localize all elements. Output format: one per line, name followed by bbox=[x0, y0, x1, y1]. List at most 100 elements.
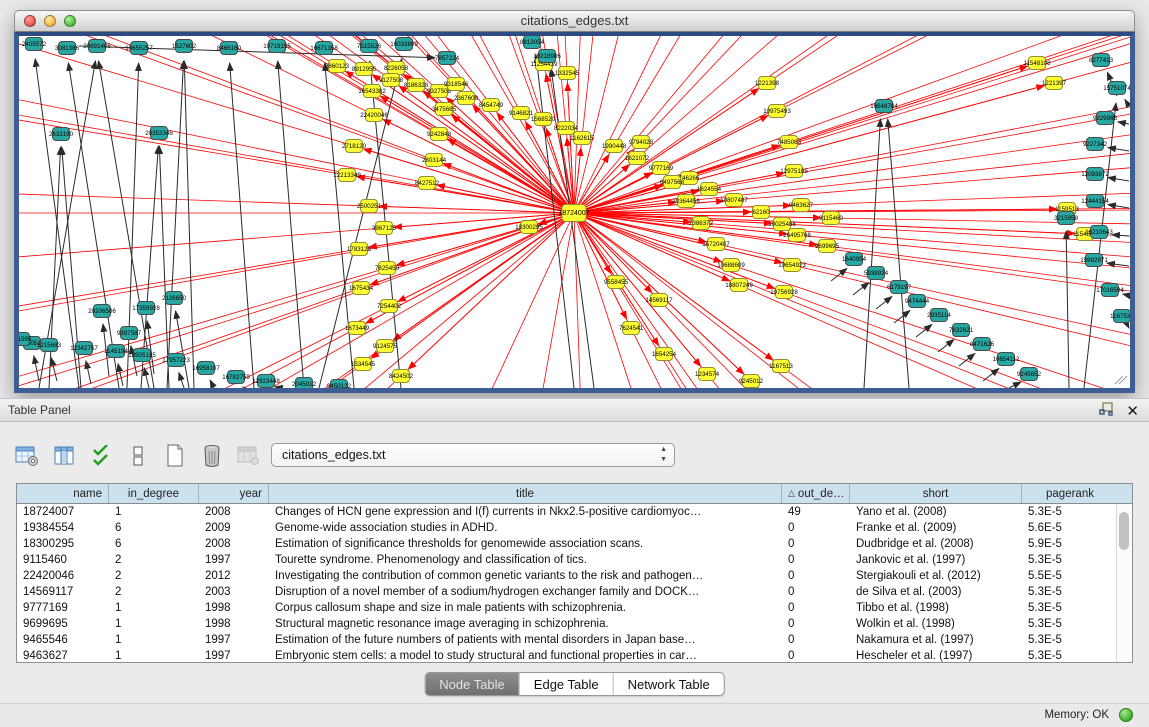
citation-edge-black[interactable] bbox=[167, 61, 184, 388]
table-cell[interactable]: 0 bbox=[782, 570, 850, 582]
table-cell[interactable]: Tourette syndrome. Phenomenology and cla… bbox=[269, 554, 782, 566]
table-cell[interactable]: 19384554 bbox=[17, 522, 109, 534]
table-cell[interactable]: Disruption of a novel member of a sodium… bbox=[269, 586, 782, 598]
table-cell[interactable]: 1997 bbox=[199, 554, 269, 566]
citation-edge-black[interactable] bbox=[1118, 122, 1129, 124]
table-cell[interactable]: Wolkin et al. (1998) bbox=[850, 618, 1022, 630]
table-cell[interactable]: 9777169 bbox=[17, 602, 109, 614]
citation-edge-black[interactable] bbox=[1108, 204, 1129, 208]
table-cell[interactable]: 0 bbox=[782, 618, 850, 630]
citation-edge-black[interactable] bbox=[1125, 100, 1129, 106]
table-cell[interactable]: Tibbo et al. (1998) bbox=[850, 602, 1022, 614]
memory-status-icon[interactable] bbox=[1119, 708, 1133, 722]
column-header-short[interactable]: short bbox=[850, 484, 1022, 503]
citation-edge-black[interactable] bbox=[1009, 382, 1021, 388]
table-cell[interactable]: 0 bbox=[782, 650, 850, 662]
table-cell[interactable]: 9699695 bbox=[17, 618, 109, 630]
citation-edge-black[interactable] bbox=[1108, 177, 1129, 181]
table-cell[interactable]: 5.3E-5 bbox=[1022, 634, 1118, 646]
table-cell[interactable]: 5.9E-5 bbox=[1022, 538, 1118, 550]
citation-edge-black[interactable] bbox=[118, 364, 123, 386]
citation-edge-black[interactable] bbox=[983, 369, 999, 381]
table-cell[interactable]: 1997 bbox=[199, 634, 269, 646]
citation-edge-black[interactable] bbox=[888, 119, 909, 388]
table-header-row[interactable]: namein_degreeyeartitle△out_de…shortpager… bbox=[17, 484, 1132, 504]
table-row[interactable]: 969969511998Structural magnetic resonanc… bbox=[17, 616, 1132, 632]
column-header-pagerank[interactable]: pagerank bbox=[1022, 484, 1118, 503]
table-cell[interactable]: 1 bbox=[109, 650, 199, 662]
select-rows-icon[interactable] bbox=[88, 443, 114, 469]
citation-edge-black[interactable] bbox=[853, 283, 869, 295]
table-row[interactable]: 1456911722003Disruption of a novel membe… bbox=[17, 584, 1132, 600]
column-header-indegree[interactable]: in_degree bbox=[109, 484, 199, 503]
table-cell[interactable]: 5.3E-5 bbox=[1022, 586, 1118, 598]
table-cell[interactable]: Changes of HCN gene expression and I(f) … bbox=[269, 506, 782, 518]
table-row[interactable]: 1938455462009Genome-wide association stu… bbox=[17, 520, 1132, 536]
citation-edge-black[interactable] bbox=[275, 387, 281, 388]
table-cell[interactable]: 5.3E-5 bbox=[1022, 618, 1118, 630]
table-cell[interactable]: Investigating the contribution of common… bbox=[269, 570, 782, 582]
citation-edge-red[interactable] bbox=[574, 213, 701, 366]
table-settings-icon[interactable] bbox=[14, 443, 40, 469]
citation-edge-black[interactable] bbox=[876, 297, 892, 309]
citation-edge-black[interactable] bbox=[144, 368, 149, 388]
table-row[interactable]: 946362711997Embryonic stem cells: a mode… bbox=[17, 648, 1132, 663]
tab-edge-table[interactable]: Edge Table bbox=[520, 673, 614, 695]
table-cell[interactable]: 6 bbox=[109, 522, 199, 534]
table-cell[interactable]: 1 bbox=[109, 506, 199, 518]
citation-edge-red[interactable] bbox=[574, 213, 1130, 350]
table-cell[interactable]: 1998 bbox=[199, 618, 269, 630]
table-cell[interactable]: 9463627 bbox=[17, 650, 109, 662]
table-cell[interactable]: Hescheler et al. (1997) bbox=[850, 650, 1022, 662]
table-cell[interactable]: Yano et al. (2008) bbox=[850, 506, 1022, 518]
tab-network-table[interactable]: Network Table bbox=[614, 673, 724, 695]
table-cell[interactable]: 18300295 bbox=[17, 538, 109, 550]
window-titlebar[interactable]: citations_edges.txt bbox=[14, 10, 1135, 32]
node-table[interactable]: namein_degreeyeartitle△out_de…shortpager… bbox=[16, 483, 1133, 663]
table-cell[interactable]: Corpus callosum shape and size in male p… bbox=[269, 602, 782, 614]
citation-edge-red[interactable] bbox=[443, 164, 574, 213]
table-cell[interactable]: Estimation of the future numbers of pati… bbox=[269, 634, 782, 646]
column-chooser-icon[interactable] bbox=[51, 443, 77, 469]
citation-edge-black[interactable] bbox=[34, 356, 39, 381]
citation-edge-red[interactable] bbox=[574, 213, 623, 388]
citation-edge-red[interactable] bbox=[394, 213, 574, 227]
tab-node-table[interactable]: Node Table bbox=[425, 673, 520, 695]
citation-edge-black[interactable] bbox=[159, 146, 169, 388]
table-cell[interactable]: 2008 bbox=[199, 538, 269, 550]
citation-edge-black[interactable] bbox=[179, 373, 184, 388]
table-row[interactable]: 946554611997Estimation of the future num… bbox=[17, 632, 1132, 648]
table-row[interactable]: 911546021997Tourette syndrome. Phenomeno… bbox=[17, 552, 1132, 568]
table-scrollbar-thumb[interactable] bbox=[1119, 512, 1129, 550]
citation-edge-red[interactable] bbox=[370, 213, 574, 285]
column-header-name[interactable]: name bbox=[17, 484, 109, 503]
table-cell[interactable]: 5.6E-5 bbox=[1022, 522, 1118, 534]
table-cell[interactable]: 0 bbox=[782, 586, 850, 598]
table-cell[interactable]: 1 bbox=[109, 602, 199, 614]
table-cell[interactable]: 22420046 bbox=[17, 570, 109, 582]
citation-edge-black[interactable] bbox=[184, 61, 194, 388]
table-cell[interactable]: 2008 bbox=[199, 506, 269, 518]
network-canvas[interactable]: 1872400718300295886012389129558226058912… bbox=[19, 36, 1130, 388]
table-cell[interactable]: 2 bbox=[109, 554, 199, 566]
table-cell[interactable]: 5.5E-5 bbox=[1022, 570, 1118, 582]
table-cell[interactable]: 2 bbox=[109, 570, 199, 582]
column-header-title[interactable]: title bbox=[269, 484, 782, 503]
table-cell[interactable]: Genome-wide association studies in ADHD. bbox=[269, 522, 782, 534]
table-cell[interactable]: Nakamura et al. (1997) bbox=[850, 634, 1022, 646]
table-cell[interactable]: de Silva et al. (2003) bbox=[850, 586, 1022, 598]
table-cell[interactable]: 5.3E-5 bbox=[1022, 506, 1118, 518]
table-cell[interactable]: 6 bbox=[109, 538, 199, 550]
table-cell[interactable]: 18724007 bbox=[17, 506, 109, 518]
table-cell[interactable]: Structural magnetic resonance image aver… bbox=[269, 618, 782, 630]
citation-graph[interactable]: 1872400718300295886012389129558226058912… bbox=[19, 36, 1130, 388]
column-header-outde[interactable]: △out_de… bbox=[782, 484, 850, 503]
table-scrollbar[interactable] bbox=[1116, 504, 1132, 662]
float-panel-icon[interactable] bbox=[1099, 402, 1114, 421]
table-cell[interactable]: 5.3E-5 bbox=[1022, 650, 1118, 662]
table-cell[interactable]: 2009 bbox=[199, 522, 269, 534]
table-cell[interactable]: Franke et al. (2009) bbox=[850, 522, 1022, 534]
table-cell[interactable]: 1 bbox=[109, 618, 199, 630]
citation-edge-black[interactable] bbox=[894, 311, 910, 323]
table-cell[interactable]: 2003 bbox=[199, 586, 269, 598]
